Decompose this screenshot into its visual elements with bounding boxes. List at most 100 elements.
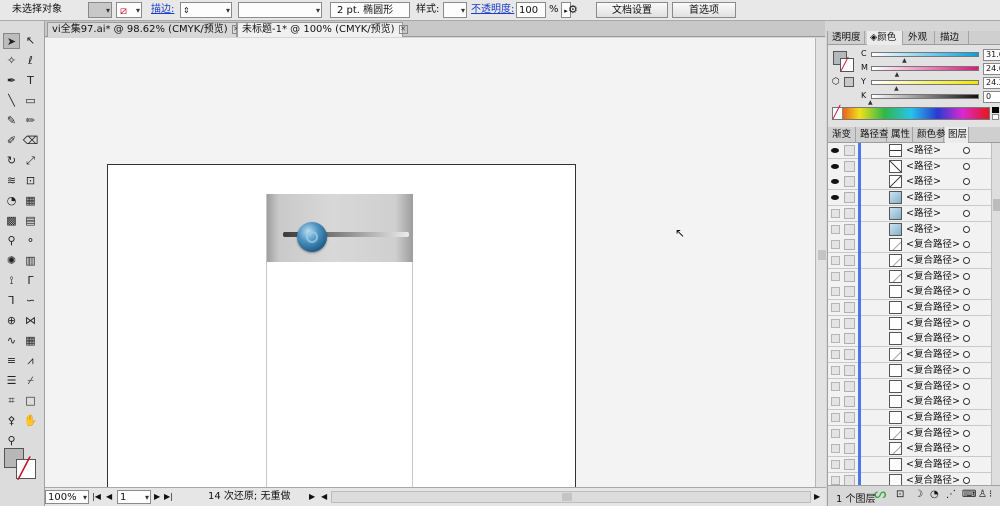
layer-row[interactable]: <复合路径>: [828, 268, 991, 285]
tab-appearance[interactable]: 外观: [905, 31, 935, 45]
shape-builder-tool-icon[interactable]: ◔: [3, 193, 20, 209]
layer-row[interactable]: <路径>: [828, 174, 991, 191]
layer-row[interactable]: <复合路径>: [828, 378, 991, 395]
layer-row[interactable]: <复合路径>: [828, 237, 991, 254]
visibility-toggle[interactable]: [831, 271, 840, 281]
mesh-tool-icon[interactable]: ▩: [3, 213, 20, 229]
target-icon[interactable]: [963, 351, 970, 359]
layer-name[interactable]: <复合路径>: [906, 458, 960, 472]
lock-toggle[interactable]: [844, 427, 855, 439]
horizontal-scrollbar[interactable]: [331, 491, 811, 503]
opacity-field[interactable]: 100: [516, 2, 546, 18]
lock-toggle[interactable]: [844, 411, 855, 423]
delete-layer-icon[interactable]: ♙: [978, 489, 987, 500]
vertical-bar-artwork[interactable]: [266, 194, 413, 487]
lock-toggle[interactable]: [844, 349, 855, 361]
free-transform-tool-icon[interactable]: ⊡: [22, 173, 39, 189]
reshape-tool-icon[interactable]: ∽: [22, 293, 39, 309]
lock-toggle[interactable]: [844, 223, 855, 235]
eye-icon[interactable]: [831, 146, 840, 155]
layer-row[interactable]: <复合路径>: [828, 425, 991, 442]
target-icon[interactable]: [963, 225, 970, 233]
lock-toggle[interactable]: [844, 364, 855, 376]
target-icon[interactable]: [963, 319, 970, 327]
tab-attributes[interactable]: 属性: [888, 127, 913, 143]
slider-thumb-icon[interactable]: ▲: [895, 71, 900, 78]
lasso-tool-icon[interactable]: ℓ: [22, 53, 39, 69]
lock-toggle[interactable]: [844, 380, 855, 392]
magic-wand-tool-icon[interactable]: ✧: [3, 53, 20, 69]
web-safe-swatch[interactable]: [844, 77, 854, 87]
envelope-tool-icon[interactable]: ⋈: [22, 313, 39, 329]
visibility-toggle[interactable]: [831, 350, 840, 360]
first-artboard-icon[interactable]: |◀: [92, 490, 101, 504]
visibility-toggle[interactable]: [831, 397, 840, 407]
target-icon[interactable]: [963, 445, 970, 453]
scroll-left-icon[interactable]: ◀: [321, 490, 327, 504]
layer-name[interactable]: <复合路径>: [906, 348, 960, 362]
visibility-toggle[interactable]: [831, 475, 840, 485]
selection-tool-icon[interactable]: ➤: [3, 33, 20, 49]
artboard-number-field[interactable]: 1 ▾: [117, 490, 151, 504]
opacity-label[interactable]: 不透明度:: [471, 2, 514, 18]
target-icon[interactable]: [963, 461, 970, 468]
lock-toggle[interactable]: [844, 459, 855, 470]
recolor-artwork-icon[interactable]: ⚙: [568, 2, 578, 18]
visibility-toggle[interactable]: [831, 412, 840, 422]
layer-row[interactable]: <复合路径>: [828, 315, 991, 332]
blob-brush-tool-icon[interactable]: ✐: [3, 133, 20, 149]
visibility-toggle[interactable]: [831, 334, 840, 344]
out-of-gamut-icon[interactable]: ⬡: [832, 77, 840, 87]
stroke-weight-field[interactable]: ⇕ ▾: [180, 2, 232, 18]
lock-toggle[interactable]: [844, 396, 855, 408]
layer-name[interactable]: <复合路径>: [906, 254, 960, 268]
layer-name[interactable]: <路径>: [906, 175, 941, 189]
layer-name[interactable]: <路径>: [906, 207, 941, 221]
tab-stroke[interactable]: 描边: [937, 31, 969, 45]
scroll-right-icon[interactable]: ▶: [814, 490, 820, 504]
warp-tool-icon[interactable]: ≋: [3, 173, 20, 189]
wave-tool-icon[interactable]: ∿: [3, 333, 20, 349]
visibility-toggle[interactable]: [831, 287, 840, 297]
line-tool-icon[interactable]: ╲: [3, 93, 20, 109]
lock-toggle[interactable]: [844, 239, 855, 251]
target-icon[interactable]: [963, 304, 970, 311]
list-tool-icon[interactable]: ☰: [3, 373, 20, 389]
layer-row[interactable]: <复合路径>: [828, 284, 991, 301]
white-swatch[interactable]: [992, 114, 999, 120]
layer-name[interactable]: <复合路径>: [906, 442, 960, 456]
anchor-convert-tool-icon[interactable]: Γ: [22, 273, 39, 289]
target-icon[interactable]: [963, 366, 970, 374]
target-icon[interactable]: [963, 241, 970, 249]
lock-toggle[interactable]: [844, 207, 855, 219]
target-tool-icon[interactable]: ⊕: [3, 313, 20, 329]
layer-row[interactable]: <复合路径>: [828, 300, 991, 316]
layers-scroll-handle[interactable]: [993, 199, 1000, 211]
visibility-toggle[interactable]: [831, 208, 840, 218]
layer-row[interactable]: <复合路径>: [828, 331, 991, 348]
add-anchor-tool-icon[interactable]: ⅂: [3, 293, 20, 309]
lock-toggle[interactable]: [844, 160, 855, 172]
visibility-toggle[interactable]: [831, 255, 840, 265]
blend-tool-icon[interactable]: ⚬: [22, 233, 39, 249]
slider-artwork[interactable]: [267, 194, 413, 262]
knife-tool-icon[interactable]: ⌿: [22, 373, 39, 389]
lock-toggle[interactable]: [844, 333, 855, 345]
zoom-tool-icon[interactable]: ⚲: [3, 433, 20, 449]
layer-row[interactable]: <路径>: [828, 221, 991, 238]
visibility-toggle[interactable]: [831, 318, 840, 328]
black-swatch[interactable]: [992, 107, 999, 113]
layer-name[interactable]: <复合路径>: [906, 301, 960, 315]
eye-icon[interactable]: [831, 193, 840, 202]
column-graph-tool-icon[interactable]: ▥: [22, 253, 39, 269]
layer-row[interactable]: <路径>: [828, 190, 991, 207]
layer-row[interactable]: <复合路径>: [828, 457, 991, 473]
canvas[interactable]: ↖: [45, 38, 815, 487]
visibility-toggle[interactable]: [831, 365, 840, 375]
lock-toggle[interactable]: [844, 286, 855, 298]
tab-layers[interactable]: 图层: [945, 127, 969, 143]
target-icon[interactable]: [963, 272, 970, 280]
layer-row[interactable]: <复合路径>: [828, 441, 991, 458]
options-icon[interactable]: ⋰: [946, 489, 956, 500]
target-icon[interactable]: [963, 147, 970, 154]
